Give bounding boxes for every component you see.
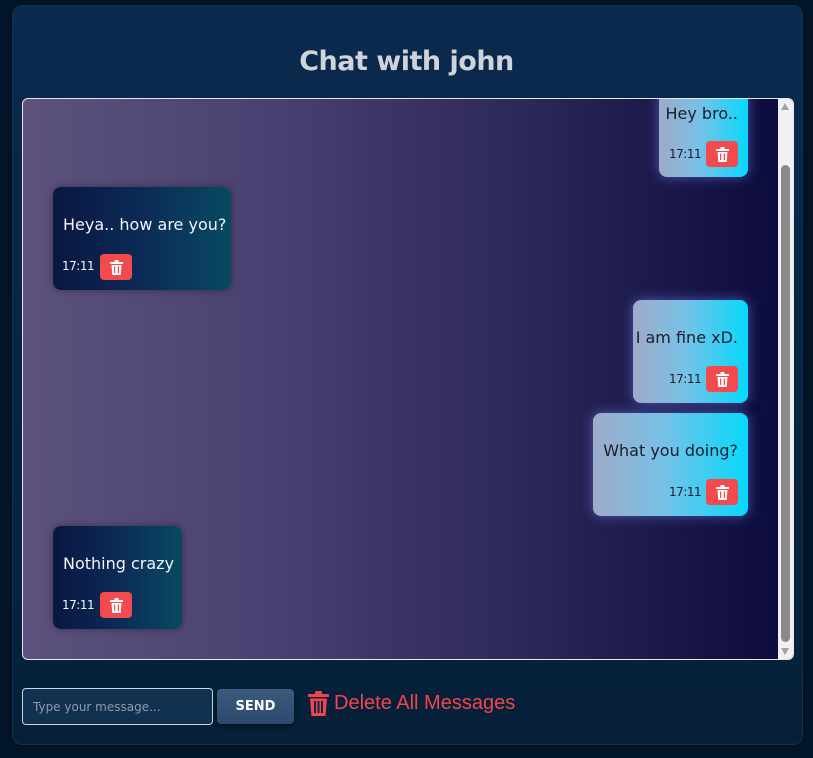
delete-message-button[interactable] [706, 366, 738, 392]
message-text: What you doing? [603, 441, 738, 460]
message-text: Nothing crazy [63, 554, 175, 573]
trash-icon [715, 484, 729, 500]
scrollbar-thumb[interactable] [781, 165, 790, 642]
message-list-scrollbar[interactable] [778, 99, 793, 659]
message-bubble-sent: What you doing? 17:11 [593, 413, 748, 516]
trash-icon [109, 259, 123, 275]
message-bubble-sent: Hey bro.. 17:11 [659, 99, 748, 177]
message-bubble-received: Nothing crazy 17:11 [53, 526, 182, 629]
message-time: 17:11 [62, 598, 95, 612]
delete-message-button[interactable] [100, 592, 132, 618]
delete-message-button[interactable] [706, 479, 738, 505]
send-button[interactable]: SEND [217, 689, 294, 724]
delete-all-messages-button[interactable]: Delete All Messages [308, 688, 515, 718]
message-time: 17:11 [669, 485, 702, 499]
trash-icon [715, 371, 729, 387]
page-title: Chat with john [299, 46, 514, 77]
delete-message-button[interactable] [100, 254, 132, 280]
trash-icon [109, 597, 123, 613]
message-text: I am fine xD. [635, 328, 738, 347]
message-bubble-sent: I am fine xD. 17:11 [633, 300, 748, 403]
trash-icon [308, 690, 329, 716]
delete-message-button[interactable] [706, 141, 738, 167]
delete-all-label: Delete All Messages [334, 691, 516, 714]
message-bubble-received: Heya.. how are you? 17:11 [53, 187, 231, 290]
message-text: Heya.. how are you? [63, 215, 227, 234]
message-list[interactable]: Hey bro.. 17:11 Heya.. how are you? 17:1… [22, 98, 794, 660]
message-text: Hey bro.. [665, 104, 739, 123]
scroll-up-arrow-icon[interactable] [781, 103, 789, 110]
scroll-down-arrow-icon[interactable] [781, 648, 789, 655]
send-button-label: SEND [235, 699, 276, 714]
message-input[interactable] [22, 688, 213, 725]
message-time: 17:11 [62, 259, 95, 273]
trash-icon [715, 146, 729, 162]
message-time: 17:11 [669, 147, 702, 161]
message-time: 17:11 [669, 372, 702, 386]
